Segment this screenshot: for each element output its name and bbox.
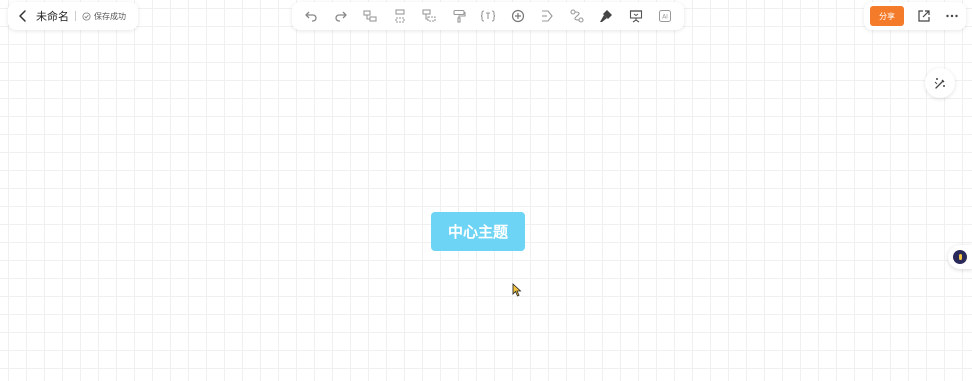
undo-icon[interactable] — [300, 5, 322, 27]
check-circle-icon — [82, 11, 91, 21]
format-painter-icon[interactable] — [448, 5, 470, 27]
ai-icon-label: AI — [662, 14, 668, 21]
auto-layout-icon[interactable] — [925, 68, 955, 98]
insert-child-node-icon[interactable] — [359, 5, 381, 27]
ai-icon[interactable]: AI — [654, 5, 676, 27]
outline-frame-icon[interactable] — [536, 5, 558, 27]
title-divider — [75, 11, 76, 21]
header-actions: 分享 — [864, 2, 966, 30]
robot-eye — [958, 254, 962, 260]
relation-line-icon[interactable] — [566, 5, 588, 27]
document-title[interactable]: 未命名 — [36, 8, 69, 24]
robot-face-icon — [953, 250, 967, 264]
save-status: 保存成功 — [82, 11, 126, 22]
ai-assistant-avatar[interactable] — [948, 245, 972, 269]
mouse-cursor-icon — [512, 283, 522, 297]
insert-parent-node-icon[interactable] — [418, 5, 440, 27]
central-topic-node[interactable]: 中心主题 — [431, 212, 525, 251]
insert-sibling-node-icon[interactable] — [389, 5, 411, 27]
summary-icon[interactable] — [477, 5, 499, 27]
style-icon[interactable] — [595, 5, 617, 27]
open-external-icon[interactable] — [916, 8, 932, 24]
add-icon[interactable] — [507, 5, 529, 27]
redo-icon[interactable] — [330, 5, 352, 27]
back-chevron-icon[interactable] — [16, 9, 30, 23]
share-button[interactable]: 分享 — [870, 6, 904, 26]
document-header: 未命名 保存成功 — [8, 2, 138, 30]
editor-toolbar: AI — [292, 2, 684, 30]
more-options-icon[interactable] — [944, 8, 960, 24]
presentation-icon[interactable] — [625, 5, 647, 27]
save-status-text: 保存成功 — [94, 11, 126, 21]
